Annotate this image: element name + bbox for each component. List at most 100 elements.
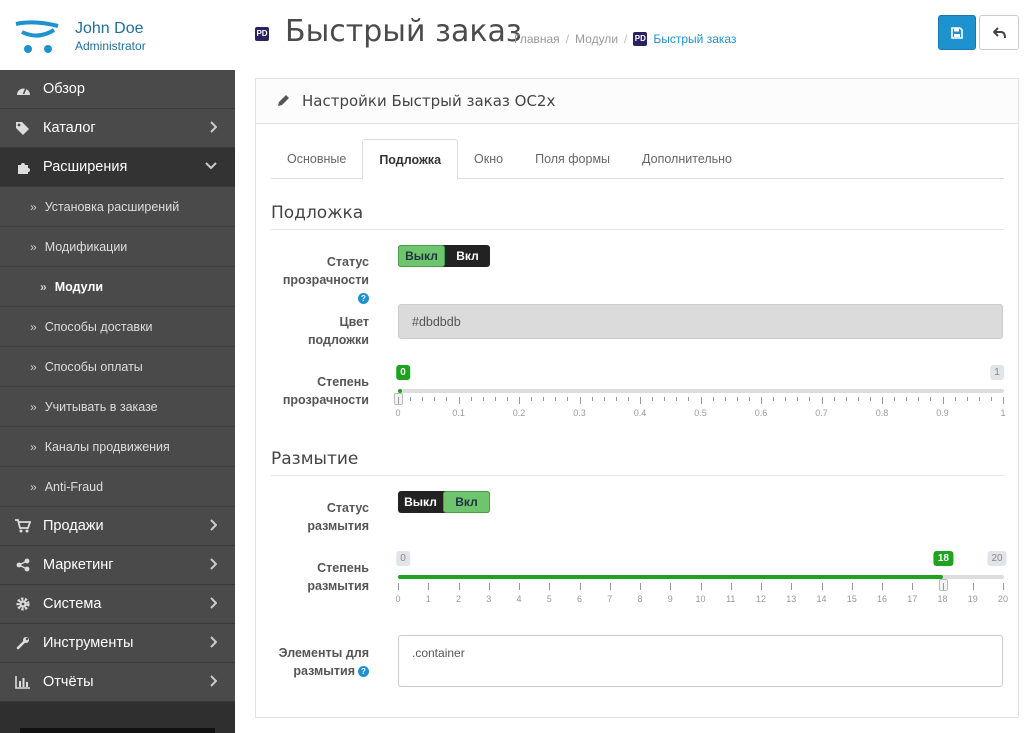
sidebar-item-dashboard[interactable]: Обзор: [0, 70, 235, 109]
user-name[interactable]: John Doe: [75, 20, 144, 38]
slider-minor-tick: [494, 397, 496, 401]
sidebar-item-reports[interactable]: Отчёты: [0, 663, 235, 702]
reply-icon: [992, 26, 1006, 38]
sidebar-progress-bar: [20, 728, 215, 733]
sidebar-subitem-order-totals[interactable]: » Учитывать в заказе: [0, 387, 235, 427]
label-line: размытия: [307, 579, 369, 593]
blur-elements-label: Элементы для размытия?: [271, 644, 369, 680]
slider-tick-label: 12: [755, 594, 767, 604]
share-icon: [14, 558, 32, 572]
chevron-right-icon: [209, 636, 218, 652]
slider-minor-tick: [688, 397, 690, 401]
sidebar-subitem-modules[interactable]: » Модули: [0, 267, 235, 307]
label-line: Элементы для: [278, 646, 369, 660]
sidebar-subitem-payment[interactable]: » Способы оплаты: [0, 347, 235, 387]
sidebar-item-label: Маркетинг: [43, 557, 114, 573]
slider-tick: [882, 397, 883, 404]
slider-tick-label: 14: [816, 594, 827, 604]
sidebar-item-system[interactable]: Система: [0, 585, 235, 624]
slider-rail[interactable]: [398, 389, 1004, 393]
blur-degree-label: Степень размытия: [271, 559, 369, 595]
sidebar-item-tools[interactable]: Инструменты: [0, 624, 235, 663]
sidebar-item-catalog[interactable]: Каталог: [0, 109, 235, 148]
help-icon[interactable]: ?: [358, 293, 369, 304]
sidebar-subitem-modifications[interactable]: » Модификации: [0, 227, 235, 267]
toggle-on-option[interactable]: Вкл: [445, 245, 490, 267]
toggle-off-option[interactable]: Выкл: [398, 245, 445, 267]
label-text: размытия: [293, 664, 355, 678]
slider-tick: [579, 397, 581, 404]
breadcrumb-current[interactable]: Быстрый заказ: [653, 32, 736, 46]
overlay-opacity-slider[interactable]: 0 0.1 0.2 0.3 0.4 0.5 0.6 0.7 0.8 0.9 1 1 0: [394, 365, 1006, 425]
tags-icon: [14, 121, 32, 135]
blur-status-toggle[interactable]: Выкл Вкл: [398, 491, 490, 513]
slider-min-label: 0: [396, 551, 410, 566]
slider-minor-tick: [833, 397, 835, 401]
toggle-on-option[interactable]: Вкл: [443, 491, 490, 513]
slider-tick: [640, 397, 641, 404]
save-button[interactable]: [938, 15, 976, 50]
slider-handle[interactable]: [939, 579, 949, 591]
slider-minor-tick: [954, 397, 956, 401]
overlay-status-toggle[interactable]: Выкл Вкл: [398, 245, 490, 267]
label-text: прозрачности: [282, 273, 369, 287]
save-icon: [951, 26, 963, 39]
double-angle-icon: »: [30, 319, 37, 334]
tab-form-fields[interactable]: Поля формы: [519, 139, 626, 179]
panel-heading: Настройки Быстрый заказ OC2x: [256, 79, 1018, 124]
blur-elements-textarea[interactable]: .container: [398, 635, 1003, 687]
overlay-color-input[interactable]: #dbdbdb: [398, 304, 1003, 339]
blur-degree-slider[interactable]: 0 1 2 3 4 5 6 7 8 9 10 11 12 13 14 15 16 17 18 19 20 0 20 18: [395, 551, 1008, 611]
slider-tick-label: 1: [425, 594, 431, 604]
label-line: размытия?: [271, 662, 369, 680]
breadcrumb-home[interactable]: Главная: [514, 32, 560, 46]
sidebar-subitem-label: Способы оплаты: [44, 359, 143, 374]
slider-minor-tick: [543, 397, 545, 401]
double-angle-icon: »: [30, 359, 37, 374]
tab-overlay[interactable]: Подложка: [362, 139, 459, 180]
slider-minor-tick: [857, 397, 859, 401]
slider-value-label: 0: [396, 365, 410, 380]
sidebar-item-label: Обзор: [43, 81, 85, 97]
label-line: подложки: [307, 333, 369, 347]
label-line: Статус: [326, 501, 369, 515]
slider-minor-tick: [603, 397, 605, 401]
help-icon[interactable]: ?: [358, 666, 369, 677]
tab-general[interactable]: Основные: [271, 139, 362, 179]
page-header: PD Быстрый заказ Главная / Модули / PD Б…: [235, 0, 1035, 70]
tab-window[interactable]: Окно: [458, 139, 519, 179]
slider-tick: [670, 583, 672, 590]
slider-tick-label: 11: [726, 594, 736, 604]
label-line: размытия: [307, 519, 369, 533]
slider-tick-label: 20: [997, 594, 1009, 604]
sidebar-subitem-shipping[interactable]: » Способы доставки: [0, 307, 235, 347]
tab-additional[interactable]: Дополнительно: [626, 139, 748, 179]
slider-tick-label: 0.3: [573, 408, 586, 418]
slider-tick: [519, 583, 520, 590]
slider-minor-tick: [652, 397, 654, 401]
slider-minor-tick: [918, 397, 920, 401]
slider-minor-tick: [591, 397, 593, 401]
slider-minor-tick: [482, 397, 484, 401]
chevron-right-icon: [209, 558, 218, 574]
back-button[interactable]: [979, 15, 1019, 50]
slider-minor-tick: [555, 397, 557, 401]
sidebar: John Doe Administrator Обзор Каталог Рас…: [0, 0, 235, 733]
slider-tick: [609, 583, 611, 590]
toggle-off-option[interactable]: Выкл: [398, 491, 443, 513]
sidebar-item-sales[interactable]: Продажи: [0, 507, 235, 546]
label-line: Статус: [326, 255, 369, 269]
sidebar-subitem-antifraud[interactable]: » Anti-Fraud: [0, 467, 235, 507]
cart-icon: [14, 519, 32, 533]
slider-minor-tick: [434, 397, 436, 401]
sidebar-subitem-install[interactable]: » Установка расширений: [0, 187, 235, 227]
sidebar-item-marketing[interactable]: Маркетинг: [0, 546, 235, 585]
slider-tick-label: 0.1: [452, 408, 465, 418]
sidebar-item-extensions[interactable]: Расширения: [0, 148, 235, 187]
breadcrumb-modules[interactable]: Модули: [575, 32, 618, 46]
slider-minor-tick: [724, 397, 726, 401]
pencil-icon: [278, 95, 289, 106]
slider-minor-tick: [410, 397, 412, 401]
sidebar-subitem-feeds[interactable]: » Каналы продвижения: [0, 427, 235, 467]
overlay-opacity-label: Степень прозрачности: [271, 373, 369, 409]
